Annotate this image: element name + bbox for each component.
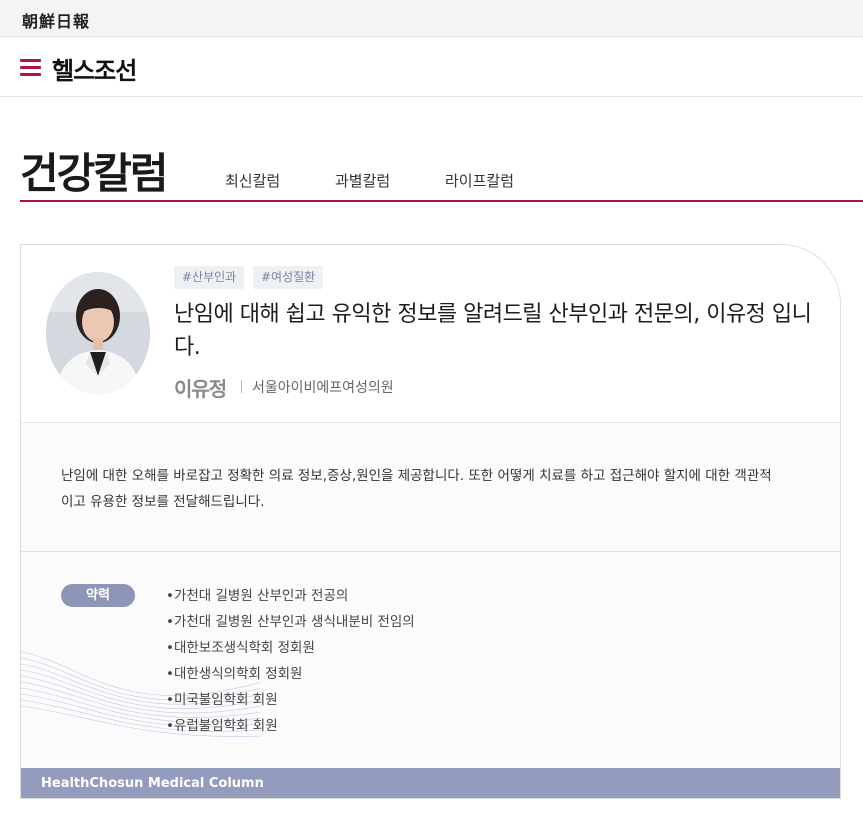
author-separator xyxy=(241,380,242,393)
career-label-badge: 약력 xyxy=(61,584,135,607)
page-title: 건강칼럼 xyxy=(20,149,169,198)
columnist-profile-card: #산부인과 #여성질환 난임에 대해 쉽고 유익한 정보를 알려드릴 산부인과 … xyxy=(20,244,841,799)
column-footer-bar: HealthChosun Medical Column xyxy=(21,768,840,798)
career-item: •대한보조생식학회 정회원 xyxy=(166,640,315,656)
subnav-latest-columns[interactable]: 최신칼럼 xyxy=(225,170,280,191)
career-item: •대한생식의학회 정회원 xyxy=(166,666,303,682)
career-item: •가천대 길병원 산부인과 생식내분비 전임의 xyxy=(166,614,415,630)
subnav-life-columns[interactable]: 라이프칼럼 xyxy=(445,170,514,191)
career-item: •유럽불임학회 회원 xyxy=(166,718,278,734)
footer-text: HealthChosun Medical Column xyxy=(41,776,264,791)
title-divider xyxy=(20,200,863,202)
tag-womens-disease[interactable]: #여성질환 xyxy=(253,266,324,289)
author-name: 이유정 xyxy=(174,377,227,401)
profile-intro-section: 난임에 대한 오해를 바로잡고 정확한 의료 정보,증상,원인을 제공합니다. … xyxy=(21,423,840,552)
hamburger-menu-icon[interactable] xyxy=(20,59,41,76)
career-section: 약력 •가천대 길병원 산부인과 전공의 •가천대 길병원 산부인과 생식내분비… xyxy=(21,552,840,769)
brand-logo[interactable]: 헬스조선 xyxy=(52,51,137,86)
tag-obgyn[interactable]: #산부인과 xyxy=(174,266,245,289)
top-bar: 朝鮮日報 xyxy=(0,0,863,37)
subnav-department-columns[interactable]: 과별칼럼 xyxy=(335,170,390,191)
site-header: 헬스조선 xyxy=(0,37,863,97)
profile-intro-text: 난임에 대한 오해를 바로잡고 정확한 의료 정보,증상,원인을 제공합니다. … xyxy=(61,468,772,510)
chosun-logo[interactable]: 朝鮮日報 xyxy=(22,8,90,32)
career-list: •가천대 길병원 산부인과 전공의 •가천대 길병원 산부인과 생식내분비 전임… xyxy=(166,583,415,739)
author-avatar xyxy=(46,272,150,394)
author-clinic: 서울아이비에프여성의원 xyxy=(252,380,394,396)
profile-header: #산부인과 #여성질환 난임에 대해 쉽고 유익한 정보를 알려드릴 산부인과 … xyxy=(21,245,840,423)
career-item: •미국불임학회 회원 xyxy=(166,692,278,708)
career-item: •가천대 길병원 산부인과 전공의 xyxy=(166,588,349,604)
profile-headline: 난임에 대해 쉽고 유익한 정보를 알려드릴 산부인과 전문의, 이유정 입니다… xyxy=(174,302,812,360)
